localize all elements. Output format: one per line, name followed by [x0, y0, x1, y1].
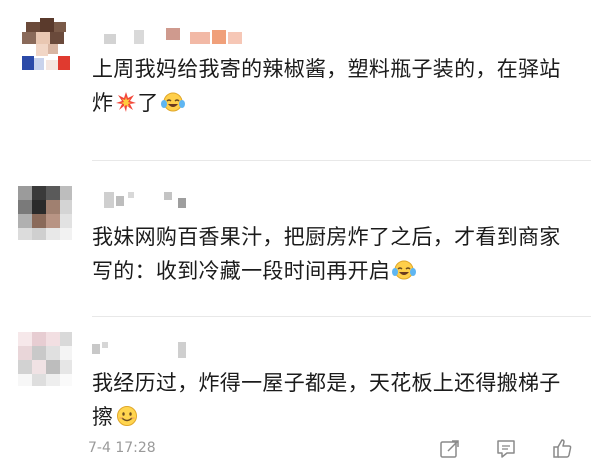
username-blurred[interactable] — [104, 192, 204, 208]
timestamp: 7-4 17:28 — [88, 440, 156, 456]
like-icon[interactable] — [551, 438, 573, 460]
divider — [92, 160, 591, 161]
divider — [92, 316, 591, 317]
smile-emoji-icon — [115, 403, 139, 437]
laughing-tears-emoji-icon — [392, 257, 417, 291]
explosion-emoji-icon — [115, 89, 137, 123]
avatar[interactable] — [18, 186, 72, 240]
comment-text: 上周我妈给我寄的辣椒酱，塑料瓶子装的，在驿站炸了 — [92, 52, 572, 123]
comment-actions — [439, 438, 573, 460]
laughing-tears-emoji-icon — [160, 89, 185, 123]
comment-text: 我妹网购百香果汁，把厨房炸了之后，才看到商家写的：收到冷藏一段时间再开启 — [92, 220, 572, 291]
avatar[interactable] — [18, 332, 72, 386]
username-blurred[interactable] — [92, 342, 212, 358]
username-blurred[interactable] — [104, 28, 254, 44]
share-icon[interactable] — [439, 438, 461, 460]
comment-icon[interactable] — [495, 438, 517, 460]
comment-text: 我经历过，炸得一屋子都是，天花板上还得搬梯子擦 — [92, 366, 572, 437]
avatar[interactable] — [18, 18, 72, 72]
